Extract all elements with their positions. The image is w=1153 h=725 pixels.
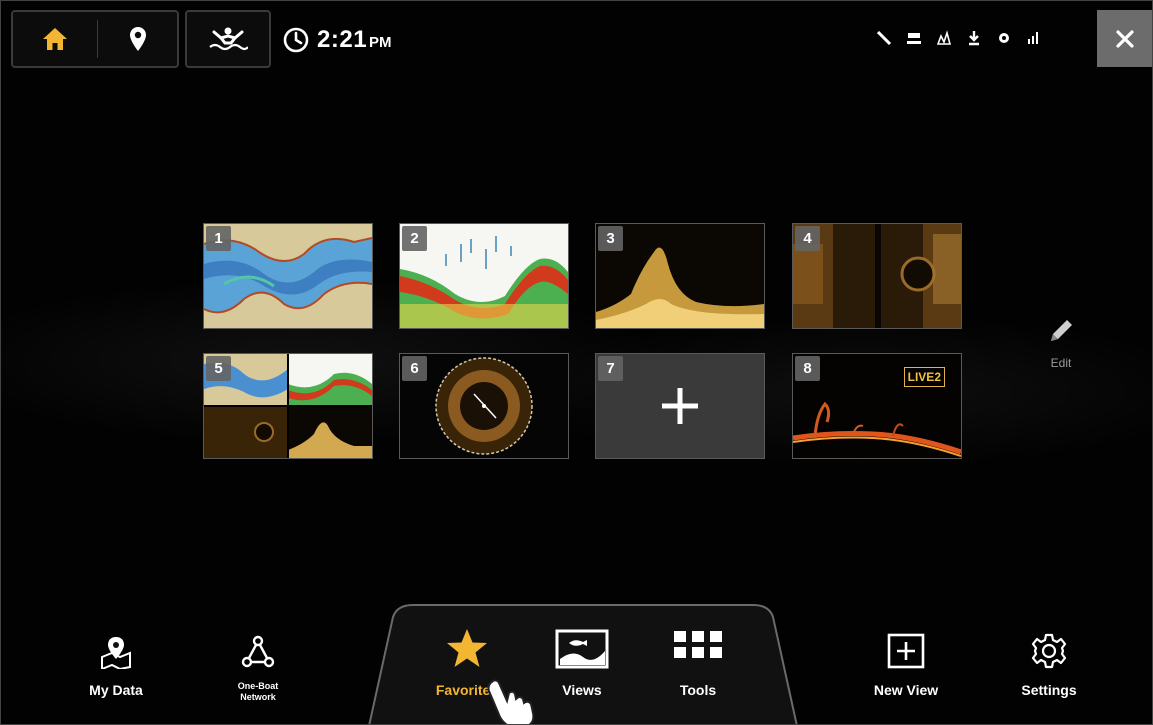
man-overboard-icon <box>209 27 248 51</box>
one-boat-network-button[interactable]: One-Boat Network <box>208 625 308 715</box>
network-icon <box>241 635 275 668</box>
down-imaging-icon <box>967 28 981 48</box>
edit-label: Edit <box>1050 356 1072 370</box>
favorite-tile-4[interactable]: 4 <box>792 223 962 329</box>
tile-number: 8 <box>795 356 820 381</box>
home-icon <box>43 28 67 50</box>
close-icon <box>1116 29 1134 48</box>
clock-time: 2:21 <box>317 26 368 53</box>
status-icons <box>877 28 1041 48</box>
map-pin-icon <box>101 637 131 669</box>
tile-number: 7 <box>598 356 623 381</box>
clock-ampm: PM <box>369 33 392 51</box>
signal-icon <box>1027 28 1041 48</box>
close-button[interactable] <box>1097 10 1152 67</box>
tile-number: 4 <box>795 226 820 251</box>
favorite-tile-3[interactable]: 3 <box>595 223 765 329</box>
antenna-icon <box>877 28 891 48</box>
views-label: Views <box>562 682 602 698</box>
clock: 2:21 PM <box>283 23 392 57</box>
pencil-icon <box>1051 320 1072 341</box>
tools-label: Tools <box>679 682 717 698</box>
favorite-tile-6[interactable]: 6 <box>399 353 569 459</box>
edit-button[interactable]: Edit <box>1041 317 1081 377</box>
one-boat-label-line1: One-Boat <box>237 681 279 691</box>
display-frame: 2:21 PM 1 2 3 4 5 6 7 8 LIVE2 Edit My Da… <box>0 0 1153 725</box>
settings-label: Settings <box>1021 682 1077 698</box>
favorite-tile-2[interactable]: 2 <box>399 223 569 329</box>
one-boat-network-label: One-Boat Network <box>238 681 279 703</box>
waypoint-pin-icon <box>130 27 146 51</box>
tile-number: 1 <box>206 226 231 251</box>
settings-button[interactable]: Settings <box>999 625 1099 715</box>
hand-cursor-icon <box>487 679 535 724</box>
sonar-icon <box>907 28 921 48</box>
tools-button[interactable]: Tools <box>648 625 748 715</box>
waypoint-button[interactable] <box>98 12 178 66</box>
tile-number: 6 <box>402 356 427 381</box>
plus-icon <box>662 388 698 424</box>
man-overboard-group <box>185 10 271 68</box>
favorite-tile-7-add[interactable]: 7 <box>595 353 765 459</box>
clock-icon <box>283 27 309 53</box>
man-overboard-button[interactable] <box>187 12 269 66</box>
favorite-tile-1[interactable]: 1 <box>203 223 373 329</box>
bottom-nav: My Data One-Boat Network Favorites Views… <box>1 601 1152 724</box>
gear-icon <box>1031 633 1067 669</box>
favorite-tile-5[interactable]: 5 <box>203 353 373 459</box>
live-badge: LIVE2 <box>903 367 945 387</box>
favorite-tile-8[interactable]: 8 LIVE2 <box>792 353 962 459</box>
home-button[interactable] <box>13 12 97 66</box>
background-wave <box>1 201 1152 531</box>
add-view-icon <box>887 633 925 669</box>
home-waypoint-group <box>11 10 179 68</box>
tile-number: 5 <box>206 356 231 381</box>
star-icon <box>447 629 487 667</box>
my-data-button[interactable]: My Data <box>66 625 166 715</box>
views-icon <box>555 629 609 669</box>
tile-number: 3 <box>598 226 623 251</box>
tile-number: 2 <box>402 226 427 251</box>
one-boat-label-line2: Network <box>240 692 276 702</box>
top-bar: 2:21 PM <box>1 1 1152 81</box>
new-view-label: New View <box>873 682 939 698</box>
chart-icon <box>937 28 951 48</box>
gps-icon <box>997 28 1011 48</box>
grid-icon <box>674 631 722 658</box>
my-data-label: My Data <box>89 682 143 698</box>
new-view-button[interactable]: New View <box>856 625 956 715</box>
